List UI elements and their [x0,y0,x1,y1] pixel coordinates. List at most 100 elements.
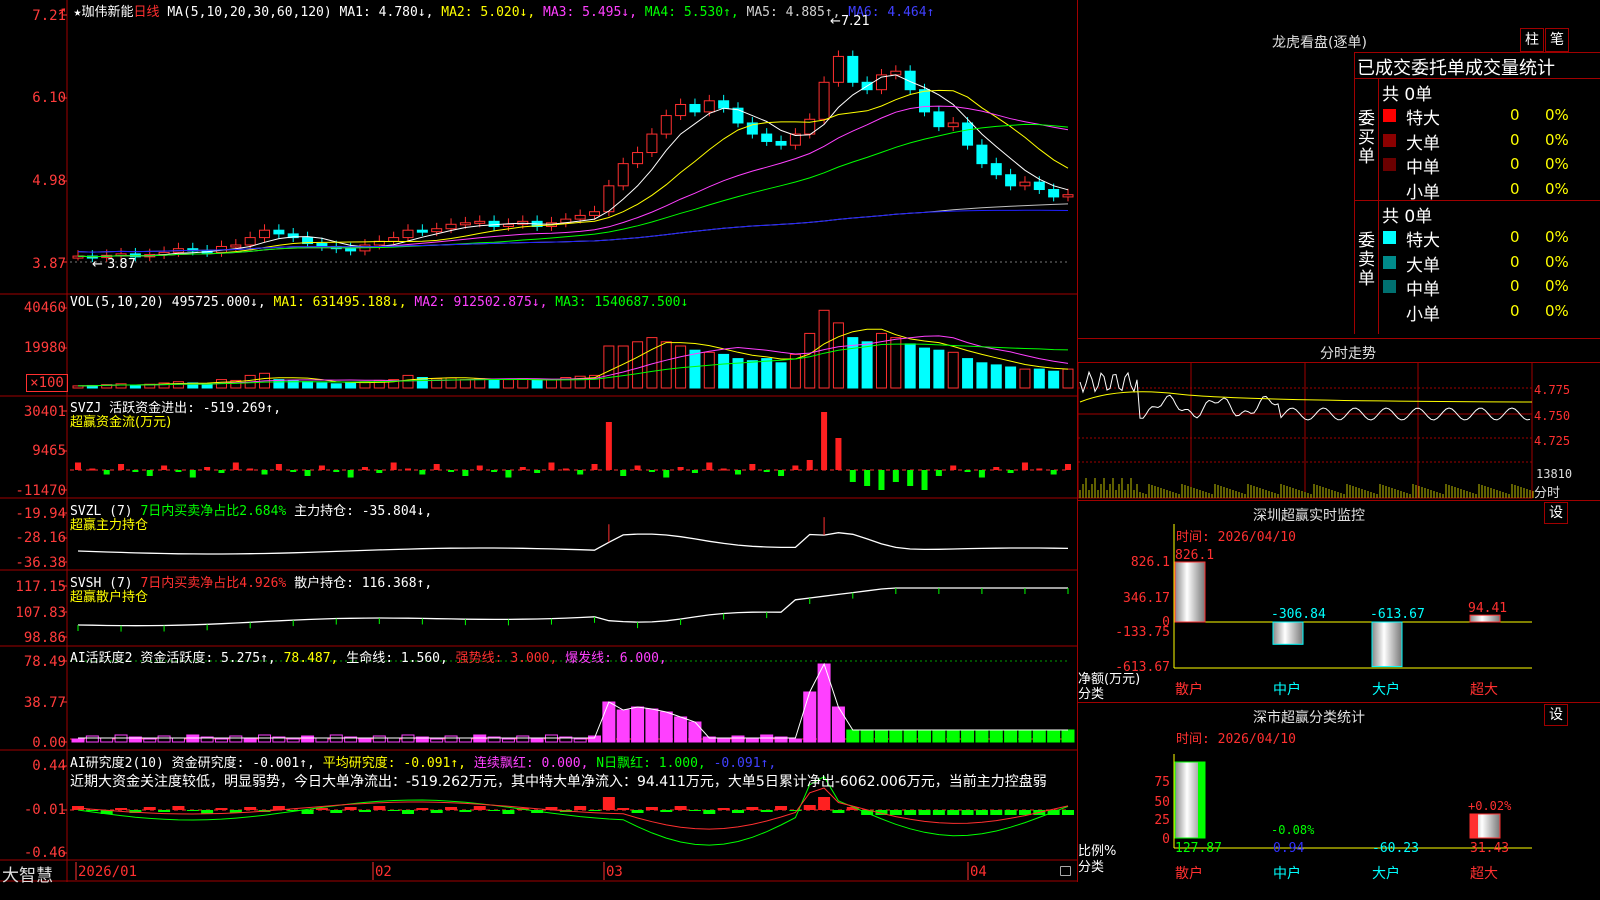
period-label[interactable]: 日线 [133,5,159,20]
ai-research-bar [244,807,257,810]
ai-research-bar [459,810,472,812]
sz-class-category: 大户 [1372,865,1400,882]
sell-row-label: 中单 [1406,280,1440,300]
ai-research-bar [674,806,687,810]
ai-active-bar [1004,729,1018,743]
tick-view-button[interactable]: 笔 [1545,28,1569,52]
svzj-bar [433,464,440,470]
buy-row-count: 0 [1510,179,1520,198]
ai-active-bar [1032,729,1046,743]
candle-body [890,70,902,76]
svzl-axis-1: -19.94 [15,506,66,522]
candle-body [488,220,500,228]
svzj-bar [519,467,526,470]
vol-axis-1: 40460 [23,300,66,316]
volume-bar [316,382,328,389]
ma3-value: MA3: 5.495↓, [543,5,637,20]
sz-class-bar-retail-green [1198,762,1205,838]
ai-active-bar [214,738,228,743]
sell-row-label: 特大 [1406,231,1440,251]
bar-view-button[interactable]: 柱 [1520,28,1544,52]
svzl-line [77,532,1069,555]
ai-research-lianxu: 连续飘红: 0.000, [473,756,589,771]
sz-monitor-category: 散户 [1175,681,1203,698]
candle-body [976,144,988,165]
ai-active-bar [602,701,616,743]
vol-unit-button[interactable]: ×100 [26,374,68,392]
app-logo[interactable]: 大智慧 [2,861,53,886]
candle-body [1033,181,1045,191]
ai-active-bar [143,738,157,743]
volume-bar [617,345,629,389]
ai-active-bar [745,737,759,743]
ai-active-bar [301,735,315,743]
volume-bar [1019,368,1031,389]
svzj-bar [1050,470,1057,475]
main-chart-canvas[interactable] [0,0,1078,882]
ai-active-strong: 强势线: 3.000, [455,651,558,666]
volume-bar [545,379,557,389]
svzj-bar [864,470,871,486]
ai-active-bar [989,729,1003,743]
ai-research-bar [358,810,371,812]
candle-body [617,163,629,187]
svzj-bar [390,462,397,470]
ai-active-bar [688,721,702,743]
price-axis-3: 4.98 [32,173,66,189]
ai-research-comment: 近期大资金关注度较低，明显弱势，今日大单净流出：-519.262万元，其中特大单… [70,774,1047,790]
volume-bar [689,349,701,389]
volume-bar [775,362,787,389]
x-axis-label-jan: 2026/01 [78,864,138,880]
candle-body [962,122,974,146]
sz-monitor-axis-label: -133.75 [1115,625,1170,640]
svzj-bar [232,462,239,470]
volume-bar [502,379,514,389]
ai-active-bar [1047,729,1061,743]
svzj-bar [448,470,455,472]
sell-color-swatch [1383,231,1396,244]
ai-research-bar [430,810,443,813]
buy-color-swatch [1383,133,1396,147]
sz-monitor-bar [1469,614,1501,623]
ai-research-bar [344,807,357,810]
sell-row-pct: 0% [1545,301,1569,320]
stock-name[interactable]: ★珈伟新能 [74,5,134,20]
volume-bar [904,343,916,389]
sell-total: 共 0单 [1382,207,1433,227]
svzj-bar [950,465,957,470]
sell-row-label: 大单 [1406,255,1440,276]
sell-color-swatch [1383,255,1396,269]
ai-research-header: AI研究度2(10) 资金研究度: -0.001↑, 平均研究度: -0.091… [70,752,776,771]
svzj-bar [175,470,182,472]
volume-bar [459,379,471,389]
svzj-bar [304,470,311,476]
svzl-axis-3: -36.38 [15,555,66,571]
candle-body [718,100,730,109]
volume-bar [531,379,543,389]
ai-active-bar [157,735,171,743]
volume-bar [172,381,184,389]
lock-icon[interactable] [1060,866,1071,876]
candle-body [1062,194,1074,198]
svzj-bar [103,470,110,475]
ai-active-bar [1061,729,1075,743]
ai-research-bar [373,806,386,810]
svzj-bar [347,470,354,478]
ai-research-avg: 平均研究度: -0.091↑, [322,756,467,771]
candle-body [474,220,486,224]
svzj-bar [333,470,340,472]
sell-color-swatch [1383,280,1396,293]
vol-value: 495725.000↓, [171,295,266,310]
svzj-bar [261,470,268,475]
ai-active-bar [387,737,401,743]
candle-body [919,89,931,113]
sz-class-axis-label: 75 [1154,775,1170,790]
svzj-bar [189,470,196,478]
ai-active-bar [645,708,659,743]
volume-bar [746,360,758,389]
sz-monitor-axis-label: 346.17 [1123,591,1170,606]
svzj-bar [89,468,96,471]
ai-research-axis-2: -0.01 [23,802,66,818]
svzj-bar [878,470,885,490]
svzj-bar [892,470,899,482]
